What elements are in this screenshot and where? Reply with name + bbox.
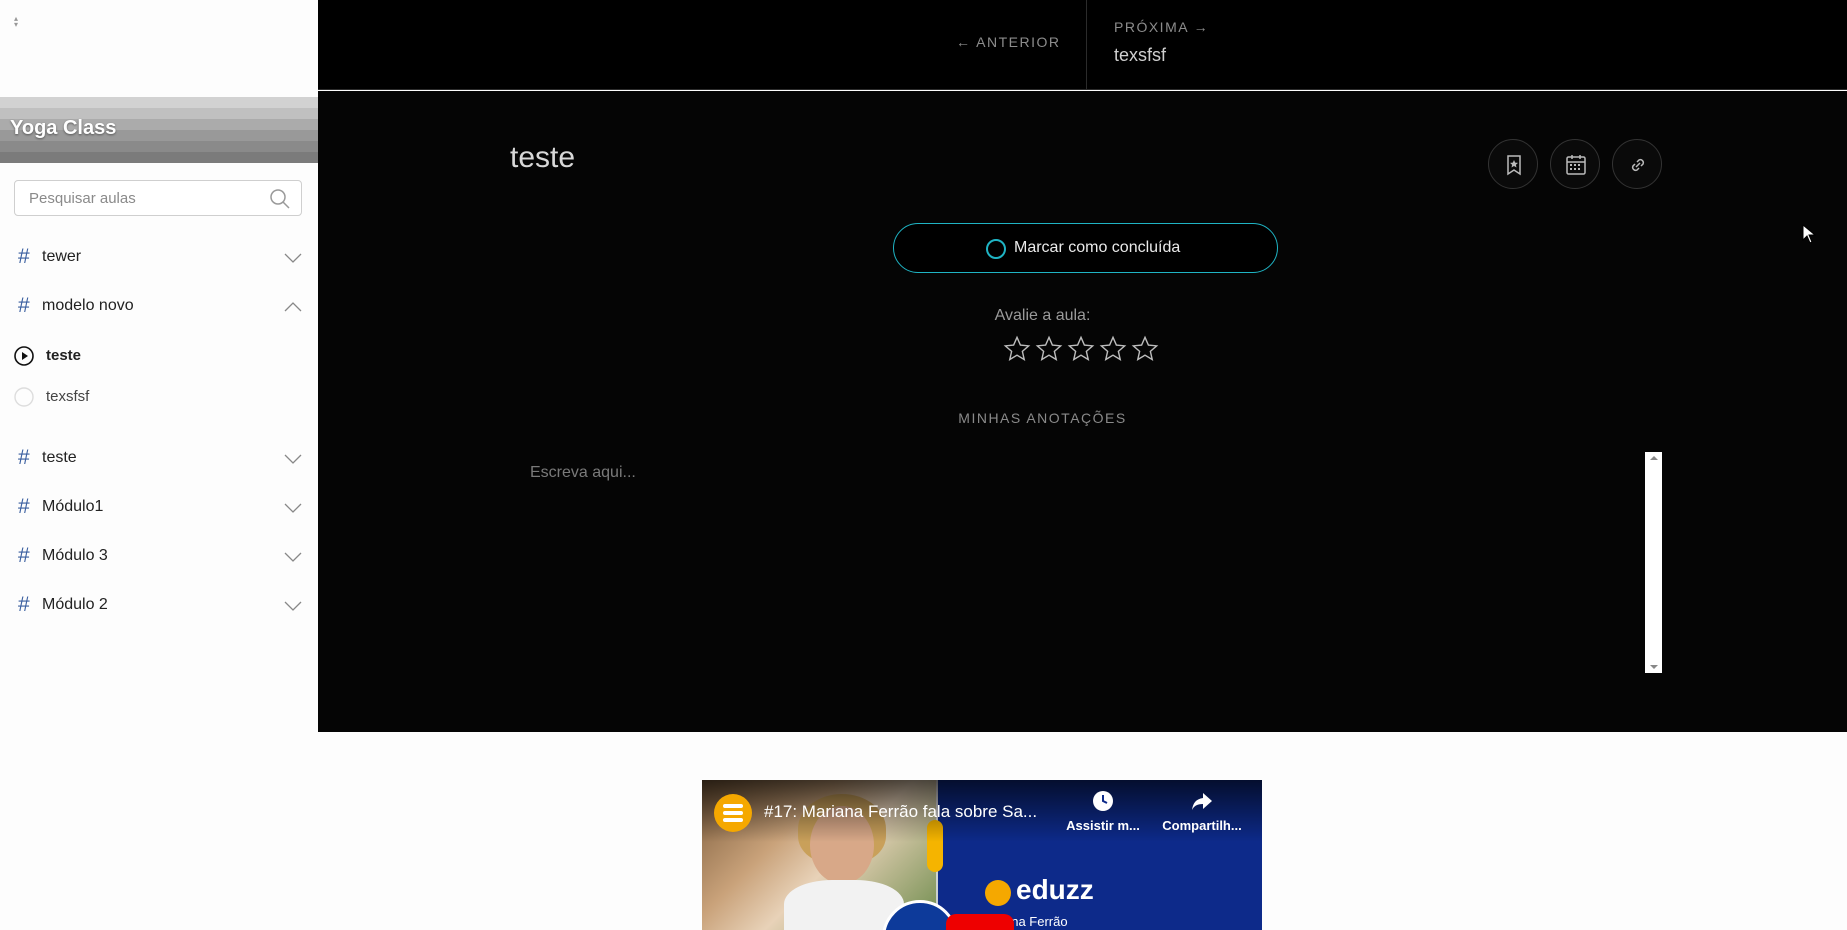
module-label: Módulo 3 xyxy=(42,547,108,564)
search-icon[interactable] xyxy=(269,188,291,215)
mark-complete-button[interactable]: Marcar como concluída xyxy=(893,223,1278,273)
watch-later-label: Assistir m... xyxy=(1066,818,1140,833)
bookmark-button[interactable] xyxy=(1488,139,1538,189)
share-button[interactable]: Compartilh... xyxy=(1157,790,1247,833)
hash-icon: # xyxy=(18,593,30,616)
module-label: modelo novo xyxy=(42,297,134,314)
share-label: Compartilh... xyxy=(1162,818,1242,833)
star-icon[interactable] xyxy=(1067,335,1095,368)
notes-placeholder: Escreva aqui... xyxy=(530,464,636,481)
hash-icon: # xyxy=(18,495,30,518)
chevron-down-icon[interactable] xyxy=(284,500,302,518)
link-icon xyxy=(1631,158,1645,172)
star-icon[interactable] xyxy=(1003,335,1031,368)
module-label: Módulo1 xyxy=(42,498,104,515)
lesson-label: teste xyxy=(46,347,82,364)
chevron-down-icon[interactable] xyxy=(284,549,302,567)
lesson-title: teste xyxy=(510,141,576,174)
nav-divider xyxy=(1086,0,1087,90)
module-label: Módulo 2 xyxy=(42,596,108,613)
next-lesson-title[interactable]: texsfsf xyxy=(1114,45,1166,66)
video-brand: eduzz xyxy=(1016,874,1094,905)
module-modelo-novo[interactable]: # modelo novo xyxy=(0,287,318,325)
course-title: Yoga Class xyxy=(10,117,117,139)
module-modulo1[interactable]: # Módulo1 xyxy=(0,488,318,526)
calendar-button[interactable] xyxy=(1550,139,1600,189)
sort-arrows-icon[interactable]: ▴ ▾ xyxy=(14,15,18,29)
chevron-down-icon[interactable] xyxy=(284,598,302,616)
lesson-panel: teste Marcar como concluída Avalie a aul… xyxy=(318,91,1847,732)
lesson-label: texsfsf xyxy=(46,388,90,405)
chevron-down-icon[interactable] xyxy=(284,451,302,469)
share-icon xyxy=(1192,793,1212,810)
hash-icon: # xyxy=(18,544,30,567)
chevron-down-icon[interactable] xyxy=(284,250,302,268)
youtube-play-button[interactable] xyxy=(946,914,1014,930)
scroll-down-icon[interactable] xyxy=(1650,665,1658,669)
module-teste[interactable]: # teste xyxy=(0,439,318,477)
hash-icon: # xyxy=(18,446,30,469)
rating-label: Avalie a aula: xyxy=(994,307,1091,324)
eduzz-logo-icon xyxy=(985,880,1011,906)
search-box[interactable] xyxy=(14,180,302,216)
sidebar: ▴▾ Yoga Class # tewer # modelo novo test… xyxy=(0,0,318,930)
empty-circle-icon xyxy=(14,387,34,412)
channel-avatar[interactable] xyxy=(714,794,752,832)
play-circle-icon xyxy=(14,346,34,371)
previous-lesson-link[interactable]: ← ANTERIOR xyxy=(956,34,1060,50)
bookmark-icon xyxy=(1507,155,1521,176)
clock-icon xyxy=(1093,791,1113,811)
module-modulo-2[interactable]: # Módulo 2 xyxy=(0,586,318,624)
video-player[interactable]: eduzz ana Ferrão #17: Mariana Ferrão fal… xyxy=(702,780,1262,930)
lesson-navbar: ← ANTERIOR PRÓXIMA → texsfsf xyxy=(318,0,1847,90)
module-label: teste xyxy=(42,449,77,466)
course-banner: Yoga Class xyxy=(0,97,318,163)
video-title[interactable]: #17: Mariana Ferrão fala sobre Sa... xyxy=(764,802,1037,822)
module-label: tewer xyxy=(42,248,82,265)
hash-icon: # xyxy=(18,245,30,268)
mouse-cursor-icon xyxy=(1802,223,1817,249)
notes-heading: MINHAS ANOTAÇÕES xyxy=(958,410,1127,426)
hash-icon: # xyxy=(18,294,30,317)
module-tewer[interactable]: # tewer xyxy=(0,238,318,276)
star-icon[interactable] xyxy=(1099,335,1127,368)
star-icon[interactable] xyxy=(1131,335,1159,368)
search-input[interactable] xyxy=(27,189,257,208)
notes-scrollbar[interactable] xyxy=(1645,452,1662,673)
star-icon[interactable] xyxy=(1035,335,1063,368)
module-modulo-3[interactable]: # Módulo 3 xyxy=(0,537,318,575)
circle-icon xyxy=(986,239,1006,259)
next-lesson-link[interactable]: PRÓXIMA → xyxy=(1114,19,1209,35)
copy-link-button[interactable] xyxy=(1612,139,1662,189)
watch-later-button[interactable]: Assistir m... xyxy=(1058,790,1148,833)
mark-complete-label: Marcar como concluída xyxy=(1014,239,1181,256)
lesson-item-teste[interactable]: teste xyxy=(0,338,318,372)
scroll-up-icon[interactable] xyxy=(1650,456,1658,460)
calendar-icon xyxy=(1566,155,1586,175)
lesson-item-texsfsf[interactable]: texsfsf xyxy=(0,379,318,413)
